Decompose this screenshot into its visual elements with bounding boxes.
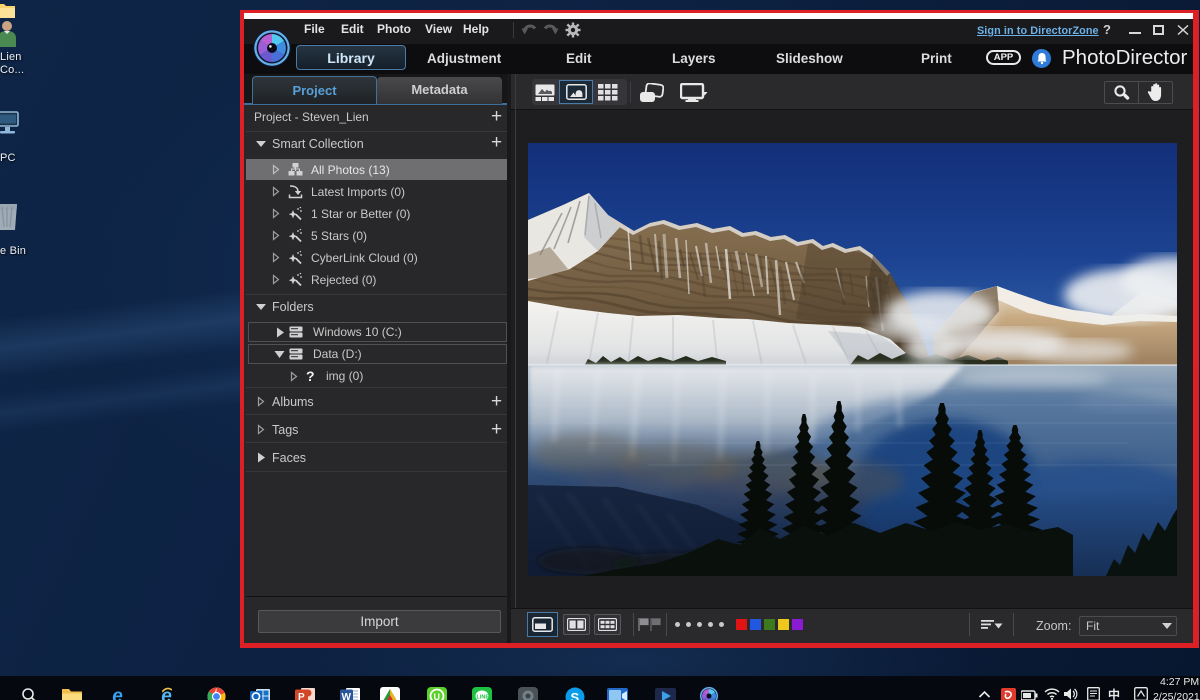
svg-text:S: S xyxy=(571,690,580,700)
svg-text:P: P xyxy=(298,692,305,700)
svg-text:W: W xyxy=(342,692,352,700)
svg-text:LINE: LINE xyxy=(477,695,490,700)
svg-text:U: U xyxy=(434,692,441,700)
